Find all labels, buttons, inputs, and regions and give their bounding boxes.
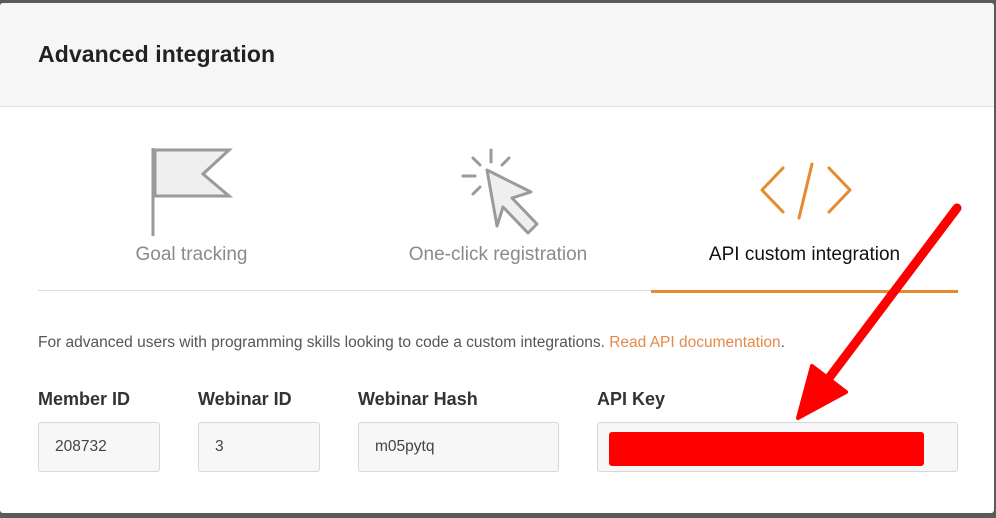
tab-goal-tracking-label: Goal tracking	[135, 244, 248, 265]
integration-tabs: Goal tracking One-click registration API…	[38, 104, 958, 293]
member-id-input[interactable]	[38, 422, 160, 472]
api-description-suffix: .	[780, 334, 785, 351]
cursor-click-icon	[461, 148, 539, 235]
api-description: For advanced users with programming skil…	[38, 334, 785, 352]
api-key-redaction	[609, 432, 924, 466]
webinar-hash-input[interactable]	[358, 422, 559, 472]
api-description-text: For advanced users with programming skil…	[38, 334, 610, 351]
tab-api-custom-integration[interactable]: API custom integration	[651, 104, 958, 293]
read-api-documentation-link[interactable]: Read API documentation	[609, 334, 780, 351]
webinar-hash-label: Webinar Hash	[358, 389, 478, 409]
member-id-label: Member ID	[38, 389, 131, 409]
tab-api-custom-integration-label: API custom integration	[708, 244, 901, 265]
modal-title: Advanced integration	[38, 41, 276, 67]
webinar-id-label: Webinar ID	[198, 389, 292, 409]
tab-goal-tracking[interactable]: Goal tracking	[38, 104, 345, 291]
tab-one-click-registration-label: One-click registration	[408, 244, 588, 265]
api-key-label: API Key	[597, 389, 666, 409]
flag-icon	[151, 148, 233, 236]
modal-header: Advanced integration	[0, 3, 994, 107]
webinar-id-input[interactable]	[198, 422, 320, 472]
code-icon	[760, 162, 852, 220]
tab-one-click-registration[interactable]: One-click registration	[345, 104, 651, 291]
